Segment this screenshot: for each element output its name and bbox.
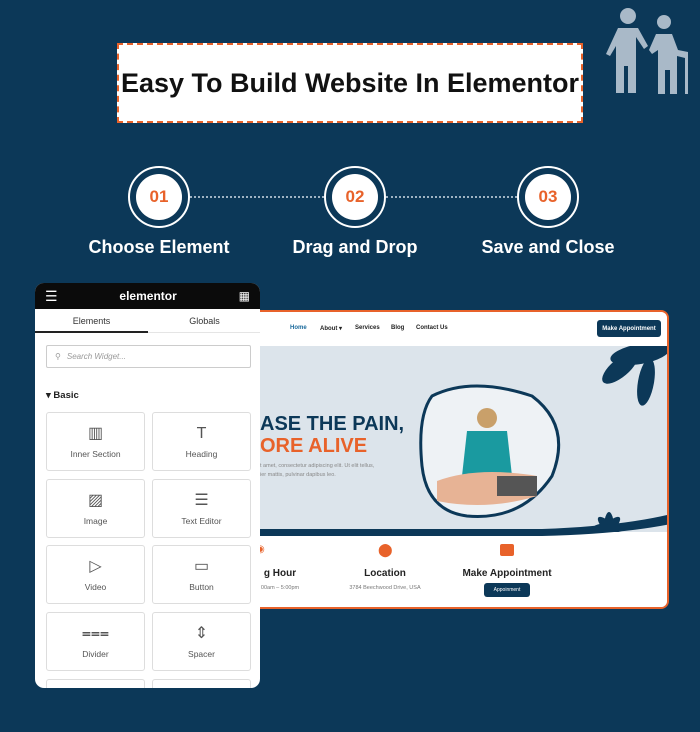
columns-icon: ▥ [87,425,104,442]
widget-button[interactable]: ▭ Button [152,545,251,604]
widget-text-editor[interactable]: ☰ Text Editor [152,478,251,538]
hamburger-menu-icon[interactable]: ☰ [45,288,58,305]
step-2-badge: 02 [324,166,386,228]
widget-label: Video [84,582,107,592]
location-card: ⬤ Location 3784 Beechwood Drive, USA [330,538,440,606]
video-play-icon: ▷ [89,558,102,575]
calendar-check-icon [500,544,514,556]
site-nav: Home About ▾ Services Blog Contact Us Ma… [242,312,667,346]
widget-heading[interactable]: T Heading [152,412,251,471]
step-3-label: Save and Close [481,237,615,257]
widget-label: Spacer [188,648,215,659]
flower-icon [602,346,667,406]
nav-home[interactable]: Home [290,325,307,331]
widget-label: Heading [185,449,218,459]
widget-label: Inner Section [70,449,121,459]
step-3-badge: 03 [517,166,579,228]
appointment-card: Make Appointment Appoinment [452,538,562,606]
apps-grid-icon[interactable]: ▦ [239,289,250,303]
nav-blog[interactable]: Blog [391,325,404,331]
nav-contact[interactable]: Contact Us [416,325,448,331]
widget-video[interactable]: ▷ Video [46,545,145,604]
divider-icon: ⩶ [81,624,110,642]
step-1-label: Choose Element [88,237,230,257]
image-icon: ▨ [87,491,104,509]
button-cursor-icon: ▭ [193,558,210,575]
elementor-panel: ☰ elementor ▦ Elements Globals ⚲ Search W… [35,283,260,688]
tab-globals[interactable]: Globals [148,309,260,333]
step-connector [386,196,517,198]
page-title: Easy To Build Website In Elementor [117,43,583,123]
step-connector [190,196,324,198]
search-icon: ⚲ [55,352,61,361]
hero-text-2: ier mattis, pulvinar dapibus leo. [260,472,336,478]
widget-spacer[interactable]: ⇕ Spacer [152,611,251,671]
widget-image[interactable]: ▨ Image [46,478,145,538]
panel-header: ☰ elementor ▦ [35,283,260,309]
widget-inner-section[interactable]: ▥ Inner Section [46,412,145,471]
hero-heading-line2: ORE ALIVE [260,435,368,457]
map-pin-icon: ⬤ [378,542,393,557]
widget-label: Button [189,582,214,592]
heading-T-icon: T [196,425,207,442]
nav-services[interactable]: Services [355,325,380,331]
spacer-icon: ⇕ [194,624,209,642]
make-appointment-button[interactable]: Make Appointment [597,320,661,337]
widget-label: Image [83,515,108,526]
widget-label: Divider [82,648,109,659]
widget-divider[interactable]: ⩶ Divider [46,611,145,671]
hero-heading-line1: ASE THE PAIN, [260,413,405,435]
search-widget-input[interactable]: ⚲ Search Widget... [46,345,251,368]
brand-logo-elderly-care-icon [606,6,694,101]
step-2-label: Drag and Drop [292,237,418,257]
widget-partial[interactable] [46,679,145,688]
hero-text-1: t amet, consectetur adipiscing elit. Ut … [260,463,375,469]
elementor-logo: elementor [119,289,177,303]
section-basic-toggle[interactable]: ▾ Basic [46,390,79,401]
appointment-button[interactable]: Appoinment [484,583,530,597]
caret-down-icon: ▾ [46,390,51,401]
website-preview: Home About ▾ Services Blog Contact Us Ma… [240,310,669,609]
widget-partial[interactable] [152,679,251,688]
nav-about[interactable]: About ▾ [320,325,342,332]
tab-elements[interactable]: Elements [35,309,148,333]
text-lines-icon: ☰ [194,491,209,509]
step-1-badge: 01 [128,166,190,228]
widget-label: Text Editor [181,515,222,526]
